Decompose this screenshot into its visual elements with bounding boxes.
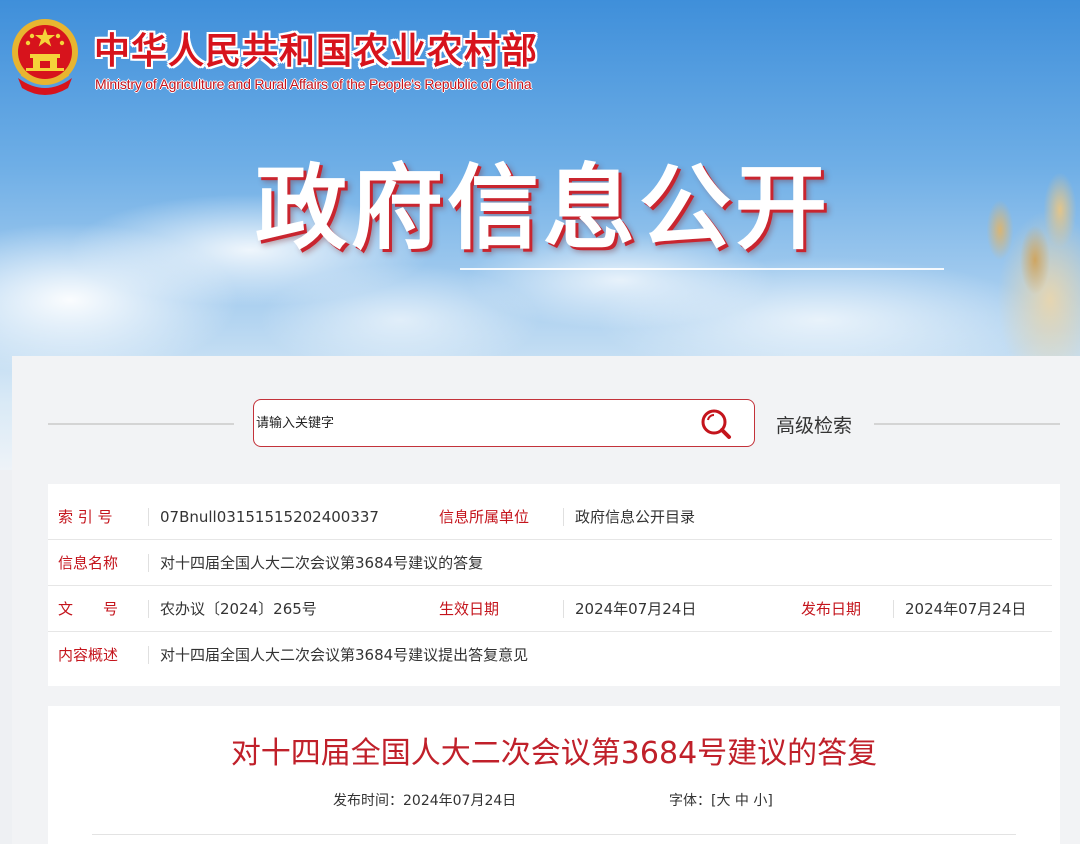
index-label: 索 引 号 <box>58 508 113 526</box>
effective-date-value: 2024年07月24日 <box>575 600 697 618</box>
wheat-decoration <box>940 150 1080 360</box>
name-label: 信息名称 <box>58 554 119 572</box>
effective-date-label: 生效日期 <box>439 600 500 618</box>
search-divider-left <box>48 423 234 425</box>
search-icon[interactable] <box>698 408 736 440</box>
article-divider <box>92 834 1016 835</box>
font-size-label: 字体： <box>669 793 711 809</box>
info-row-name: 信息名称 对十四届全国人大二次会议第3684号建议的答复 <box>48 540 1060 586</box>
publish-time-value: 2024年07月24日 <box>403 793 517 809</box>
info-row-summary: 内容概述 对十四届全国人大二次会议第3684号建议提出答复意见 <box>48 632 1060 678</box>
national-emblem-icon <box>12 19 78 95</box>
article-container <box>48 706 1060 844</box>
info-row-index: 索 引 号 07Bnull03151515202400337 信息所属单位 政府… <box>48 494 1060 540</box>
search-box <box>253 399 755 447</box>
summary-label: 内容概述 <box>58 646 119 664</box>
font-size-small-button[interactable]: 小 <box>753 793 767 809</box>
unit-value: 政府信息公开目录 <box>575 508 696 526</box>
advanced-search-link[interactable]: 高级检索 <box>776 411 852 438</box>
search-divider-right <box>874 423 1060 425</box>
section-title: 政府信息公开 <box>255 155 832 262</box>
article-title: 对十四届全国人大二次会议第3684号建议的答复 <box>230 736 878 771</box>
publish-date-value: 2024年07月24日 <box>905 600 1027 618</box>
info-table: 索 引 号 07Bnull03151515202400337 信息所属单位 政府… <box>48 484 1060 686</box>
ministry-name-cn: 中华人民共和国农业农村部 <box>94 30 539 72</box>
font-size-large-button[interactable]: 大 <box>716 793 730 809</box>
doc-number-value: 农办议〔2024〕265号 <box>160 600 317 618</box>
publish-time-label: 发布时间： <box>333 793 403 809</box>
font-bracket-close: ] <box>767 793 773 809</box>
ministry-name-en: Ministry of Agriculture and Rural Affair… <box>95 76 532 92</box>
unit-label: 信息所属单位 <box>439 508 530 526</box>
font-size-selector: 字体：[大 中 小] <box>669 790 773 810</box>
info-row-doc: 文 号 农办议〔2024〕265号 生效日期 2024年07月24日 发布日期 … <box>48 586 1060 632</box>
name-value: 对十四届全国人大二次会议第3684号建议的答复 <box>160 554 484 572</box>
title-underline <box>460 268 944 270</box>
summary-value: 对十四届全国人大二次会议第3684号建议提出答复意见 <box>160 646 529 664</box>
font-size-medium-button[interactable]: 中 <box>735 793 749 809</box>
doc-number-label: 文 号 <box>58 600 119 618</box>
index-value: 07Bnull03151515202400337 <box>160 508 379 526</box>
search-input[interactable] <box>254 400 686 446</box>
publish-time: 发布时间：2024年07月24日 <box>333 790 516 810</box>
publish-date-label: 发布日期 <box>801 600 862 618</box>
